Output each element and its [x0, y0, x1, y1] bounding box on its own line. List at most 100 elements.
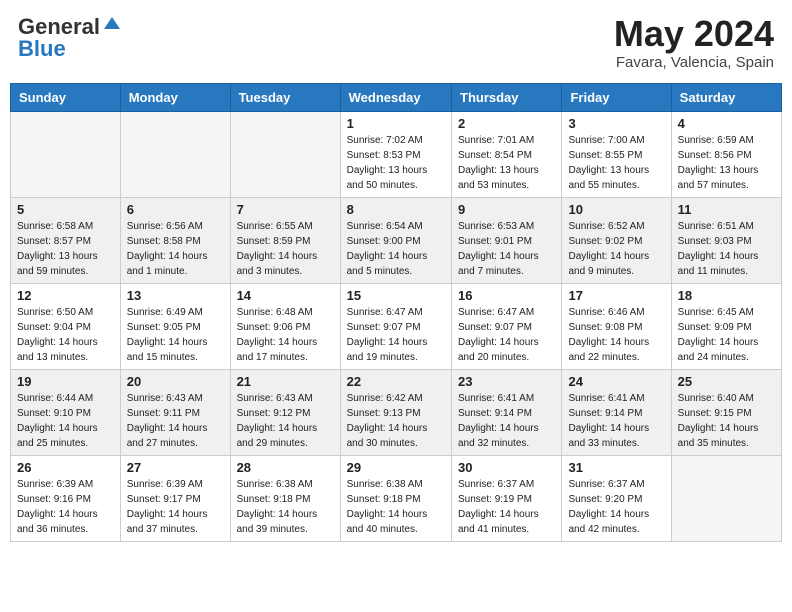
- calendar-day-cell: [671, 455, 781, 541]
- calendar-day-cell: 20 Sunrise: 6:43 AMSunset: 9:11 PMDayligh…: [120, 369, 230, 455]
- day-number: 18: [678, 288, 775, 303]
- calendar-day-cell: 10Sunrise: 6:52 AMSunset: 9:02 PMDayligh…: [562, 197, 671, 283]
- calendar-week-row: 19 Sunrise: 6:44 AMSunset: 9:10 PMDayligh…: [11, 369, 782, 455]
- day-number: 19: [17, 374, 114, 389]
- day-number: 3: [568, 116, 664, 131]
- calendar-day-cell: 8 Sunrise: 6:54 AMSunset: 9:00 PMDaylight…: [340, 197, 451, 283]
- calendar-day-cell: [230, 111, 340, 197]
- day-of-week-header: Friday: [562, 83, 671, 111]
- day-info: Sunrise: 6:56 AMSunset: 8:58 PMDaylight:…: [127, 219, 224, 279]
- day-of-week-header: Sunday: [11, 83, 121, 111]
- page-header: General Blue May 2024 Favara, Valencia, …: [10, 10, 782, 75]
- day-number: 6: [127, 202, 224, 217]
- day-number: 7: [237, 202, 334, 217]
- day-number: 15: [347, 288, 445, 303]
- day-number: 24: [568, 374, 664, 389]
- day-info: Sunrise: 6:50 AMSunset: 9:04 PMDaylight:…: [17, 305, 114, 365]
- day-number: 29: [347, 460, 445, 475]
- day-number: 2: [458, 116, 555, 131]
- calendar-day-cell: 1 Sunrise: 7:02 AMSunset: 8:53 PMDaylight…: [340, 111, 451, 197]
- calendar-day-cell: 9 Sunrise: 6:53 AMSunset: 9:01 PMDaylight…: [452, 197, 562, 283]
- day-info: Sunrise: 6:51 AMSunset: 9:03 PMDaylight:…: [678, 219, 775, 279]
- calendar-location: Favara, Valencia, Spain: [614, 54, 774, 71]
- calendar-day-cell: 12 Sunrise: 6:50 AMSunset: 9:04 PMDayligh…: [11, 283, 121, 369]
- day-number: 23: [458, 374, 555, 389]
- day-info: Sunrise: 6:41 AMSunset: 9:14 PMDaylight:…: [458, 391, 555, 451]
- day-number: 1: [347, 116, 445, 131]
- day-number: 14: [237, 288, 334, 303]
- calendar-day-cell: 15 Sunrise: 6:47 AMSunset: 9:07 PMDayligh…: [340, 283, 451, 369]
- day-number: 17: [568, 288, 664, 303]
- calendar-day-cell: 30 Sunrise: 6:37 AMSunset: 9:19 PMDayligh…: [452, 455, 562, 541]
- day-info: Sunrise: 6:38 AMSunset: 9:18 PMDaylight:…: [347, 477, 445, 537]
- logo: General Blue: [18, 14, 122, 62]
- day-of-week-header: Monday: [120, 83, 230, 111]
- calendar-week-row: 26 Sunrise: 6:39 AMSunset: 9:16 PMDayligh…: [11, 455, 782, 541]
- calendar-day-cell: 21Sunrise: 6:43 AMSunset: 9:12 PMDayligh…: [230, 369, 340, 455]
- day-number: 12: [17, 288, 114, 303]
- calendar-week-row: 5Sunrise: 6:58 AMSunset: 8:57 PMDaylight…: [11, 197, 782, 283]
- calendar-day-cell: 17Sunrise: 6:46 AMSunset: 9:08 PMDayligh…: [562, 283, 671, 369]
- day-of-week-header: Thursday: [452, 83, 562, 111]
- calendar-day-cell: 29 Sunrise: 6:38 AMSunset: 9:18 PMDayligh…: [340, 455, 451, 541]
- day-number: 26: [17, 460, 114, 475]
- calendar-day-cell: 22Sunrise: 6:42 AMSunset: 9:13 PMDayligh…: [340, 369, 451, 455]
- day-info: Sunrise: 6:47 AMSunset: 9:07 PMDaylight:…: [347, 305, 445, 365]
- day-number: 16: [458, 288, 555, 303]
- title-block: May 2024 Favara, Valencia, Spain: [614, 14, 774, 71]
- calendar-day-cell: 2 Sunrise: 7:01 AMSunset: 8:54 PMDaylight…: [452, 111, 562, 197]
- calendar-day-cell: 28 Sunrise: 6:38 AMSunset: 9:18 PMDayligh…: [230, 455, 340, 541]
- day-info: Sunrise: 6:43 AMSunset: 9:11 PMDaylight:…: [127, 391, 224, 451]
- calendar-day-cell: 26 Sunrise: 6:39 AMSunset: 9:16 PMDayligh…: [11, 455, 121, 541]
- calendar-week-row: 12 Sunrise: 6:50 AMSunset: 9:04 PMDayligh…: [11, 283, 782, 369]
- calendar-day-cell: 3 Sunrise: 7:00 AMSunset: 8:55 PMDaylight…: [562, 111, 671, 197]
- calendar-day-cell: 31Sunrise: 6:37 AMSunset: 9:20 PMDayligh…: [562, 455, 671, 541]
- day-number: 9: [458, 202, 555, 217]
- day-number: 31: [568, 460, 664, 475]
- day-info: Sunrise: 6:37 AMSunset: 9:19 PMDaylight:…: [458, 477, 555, 537]
- logo-icon: [102, 15, 122, 35]
- calendar-day-cell: 13 Sunrise: 6:49 AMSunset: 9:05 PMDayligh…: [120, 283, 230, 369]
- day-number: 13: [127, 288, 224, 303]
- day-info: Sunrise: 6:48 AMSunset: 9:06 PMDaylight:…: [237, 305, 334, 365]
- day-of-week-header: Wednesday: [340, 83, 451, 111]
- day-info: Sunrise: 6:41 AMSunset: 9:14 PMDaylight:…: [568, 391, 664, 451]
- calendar-day-cell: 16Sunrise: 6:47 AMSunset: 9:07 PMDayligh…: [452, 283, 562, 369]
- day-number: 8: [347, 202, 445, 217]
- day-info: Sunrise: 6:58 AMSunset: 8:57 PMDaylight:…: [17, 219, 114, 279]
- day-info: Sunrise: 6:43 AMSunset: 9:12 PMDaylight:…: [237, 391, 334, 451]
- day-number: 28: [237, 460, 334, 475]
- day-info: Sunrise: 7:01 AMSunset: 8:54 PMDaylight:…: [458, 133, 555, 193]
- day-info: Sunrise: 7:00 AMSunset: 8:55 PMDaylight:…: [568, 133, 664, 193]
- calendar-day-cell: 23 Sunrise: 6:41 AMSunset: 9:14 PMDayligh…: [452, 369, 562, 455]
- logo-blue-text: Blue: [18, 36, 66, 62]
- calendar-day-cell: [120, 111, 230, 197]
- calendar-day-cell: 5Sunrise: 6:58 AMSunset: 8:57 PMDaylight…: [11, 197, 121, 283]
- day-info: Sunrise: 6:59 AMSunset: 8:56 PMDaylight:…: [678, 133, 775, 193]
- day-of-week-header: Tuesday: [230, 83, 340, 111]
- day-info: Sunrise: 6:44 AMSunset: 9:10 PMDaylight:…: [17, 391, 114, 451]
- day-number: 11: [678, 202, 775, 217]
- day-info: Sunrise: 6:49 AMSunset: 9:05 PMDaylight:…: [127, 305, 224, 365]
- day-info: Sunrise: 6:53 AMSunset: 9:01 PMDaylight:…: [458, 219, 555, 279]
- calendar-day-cell: 4Sunrise: 6:59 AMSunset: 8:56 PMDaylight…: [671, 111, 781, 197]
- day-info: Sunrise: 6:38 AMSunset: 9:18 PMDaylight:…: [237, 477, 334, 537]
- day-info: Sunrise: 6:54 AMSunset: 9:00 PMDaylight:…: [347, 219, 445, 279]
- day-info: Sunrise: 6:52 AMSunset: 9:02 PMDaylight:…: [568, 219, 664, 279]
- day-number: 25: [678, 374, 775, 389]
- day-info: Sunrise: 6:39 AMSunset: 9:16 PMDaylight:…: [17, 477, 114, 537]
- day-info: Sunrise: 7:02 AMSunset: 8:53 PMDaylight:…: [347, 133, 445, 193]
- calendar-week-row: 1 Sunrise: 7:02 AMSunset: 8:53 PMDaylight…: [11, 111, 782, 197]
- day-info: Sunrise: 6:40 AMSunset: 9:15 PMDaylight:…: [678, 391, 775, 451]
- day-number: 22: [347, 374, 445, 389]
- calendar-day-cell: 6 Sunrise: 6:56 AMSunset: 8:58 PMDaylight…: [120, 197, 230, 283]
- calendar-header-row: SundayMondayTuesdayWednesdayThursdayFrid…: [11, 83, 782, 111]
- calendar-title: May 2024: [614, 14, 774, 54]
- day-number: 30: [458, 460, 555, 475]
- calendar-day-cell: 24 Sunrise: 6:41 AMSunset: 9:14 PMDayligh…: [562, 369, 671, 455]
- day-of-week-header: Saturday: [671, 83, 781, 111]
- calendar-table: SundayMondayTuesdayWednesdayThursdayFrid…: [10, 83, 782, 542]
- calendar-day-cell: 14 Sunrise: 6:48 AMSunset: 9:06 PMDayligh…: [230, 283, 340, 369]
- day-number: 20: [127, 374, 224, 389]
- day-info: Sunrise: 6:39 AMSunset: 9:17 PMDaylight:…: [127, 477, 224, 537]
